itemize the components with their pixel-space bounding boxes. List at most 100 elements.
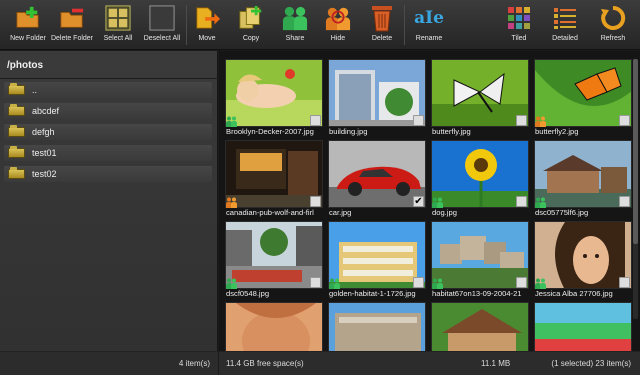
detailed-view-icon bbox=[552, 3, 578, 32]
file-tile[interactable] bbox=[532, 302, 632, 351]
file-tile[interactable] bbox=[429, 302, 529, 351]
file-tile[interactable]: habitat67on13-09-2004-21 bbox=[429, 221, 529, 299]
file-thumbnail[interactable] bbox=[534, 221, 632, 289]
delete-folder-button[interactable]: Delete Folder bbox=[51, 3, 93, 48]
new-folder-icon bbox=[15, 3, 41, 32]
file-thumbnail[interactable] bbox=[328, 140, 426, 208]
scrollbar-thumb[interactable] bbox=[633, 59, 638, 244]
shared-badge-icon bbox=[432, 278, 443, 289]
file-tile[interactable]: butterfly2.jpg bbox=[532, 59, 632, 137]
file-thumbnail[interactable] bbox=[225, 59, 323, 127]
file-name: butterfly.jpg bbox=[432, 127, 471, 136]
file-thumbnail[interactable] bbox=[431, 140, 529, 208]
select-all-icon bbox=[105, 3, 131, 32]
file-panel: Brooklyn-Decker-2007.jpg building.jpg butt… bbox=[219, 51, 640, 375]
file-thumbnail[interactable] bbox=[225, 140, 323, 208]
file-tile[interactable]: Brooklyn-Decker-2007.jpg bbox=[223, 59, 323, 137]
file-tile[interactable]: dsc05775lf6.jpg bbox=[532, 140, 632, 218]
folder-status-bar: 4 item(s) bbox=[0, 351, 218, 375]
file-thumbnail[interactable] bbox=[431, 59, 529, 127]
current-path: /photos bbox=[7, 60, 44, 71]
file-thumbnail[interactable] bbox=[534, 59, 632, 127]
file-tile[interactable]: golden-habitat-1-1726.jpg bbox=[326, 221, 426, 299]
folder-item-parent[interactable]: .. bbox=[4, 82, 212, 98]
file-thumbnail[interactable] bbox=[534, 140, 632, 208]
folder-panel: /photos .. abcdef defgh test01 test02 4 … bbox=[0, 51, 218, 375]
file-thumbnail[interactable] bbox=[534, 302, 632, 351]
folder-item-test01[interactable]: test01 bbox=[4, 145, 212, 161]
rename-label: Rename bbox=[415, 35, 443, 42]
hide-label: Hide bbox=[330, 35, 346, 42]
move-button[interactable]: Move bbox=[192, 3, 222, 48]
file-name: dog.jpg bbox=[432, 208, 457, 217]
tiled-view-label: Tiled bbox=[511, 35, 527, 42]
file-tile[interactable]: ✔ car.jpg bbox=[326, 140, 426, 218]
file-checkbox[interactable] bbox=[413, 277, 424, 288]
deselect-all-button[interactable]: Deselect All bbox=[142, 3, 182, 48]
file-checkbox[interactable] bbox=[413, 115, 424, 126]
folder-item-abcdef[interactable]: abcdef bbox=[4, 103, 212, 119]
tiled-view-button[interactable]: Tiled bbox=[506, 3, 532, 48]
file-tile[interactable]: dog.jpg bbox=[429, 140, 529, 218]
new-folder-button[interactable]: New Folder bbox=[9, 3, 47, 48]
delete-button[interactable]: Delete bbox=[367, 3, 397, 48]
shared-badge-icon bbox=[329, 278, 340, 289]
file-tile[interactable]: dscf0548.jpg bbox=[223, 221, 323, 299]
file-name: Jessica Alba 27706.jpg bbox=[535, 289, 613, 298]
selection-count-text: (1 selected) 23 item(s) bbox=[551, 359, 631, 368]
file-checkbox[interactable] bbox=[516, 277, 527, 288]
select-all-button[interactable]: Select All bbox=[101, 3, 135, 48]
folder-item-test02[interactable]: test02 bbox=[4, 166, 212, 182]
trash-icon bbox=[369, 3, 395, 32]
file-tile[interactable]: butterfly.jpg bbox=[429, 59, 529, 137]
file-tile[interactable] bbox=[326, 302, 426, 351]
file-checkbox[interactable] bbox=[310, 196, 321, 207]
rename-button[interactable]: aIe Rename bbox=[413, 3, 445, 48]
file-thumbnail[interactable] bbox=[225, 221, 323, 289]
move-icon bbox=[194, 3, 220, 32]
share-button[interactable]: Share bbox=[280, 3, 310, 48]
file-thumbnail[interactable] bbox=[328, 59, 426, 127]
shared-badge-icon bbox=[432, 197, 443, 208]
file-checkbox[interactable] bbox=[619, 196, 630, 207]
toolbar-separator bbox=[186, 5, 187, 45]
detailed-view-button[interactable]: Detailed bbox=[549, 3, 581, 48]
file-checkbox[interactable]: ✔ bbox=[413, 196, 424, 207]
file-checkbox[interactable] bbox=[516, 196, 527, 207]
scrollbar[interactable] bbox=[633, 59, 638, 319]
file-name: dsc05775lf6.jpg bbox=[535, 208, 589, 217]
file-tile[interactable]: Jessica Alba 27706.jpg bbox=[532, 221, 632, 299]
folder-item-defgh[interactable]: defgh bbox=[4, 124, 212, 140]
refresh-button[interactable]: Refresh bbox=[597, 3, 629, 48]
file-checkbox[interactable] bbox=[310, 277, 321, 288]
total-size-text: 11.1 MB bbox=[481, 359, 511, 368]
move-label: Move bbox=[198, 35, 216, 42]
file-tile[interactable]: building.jpg bbox=[326, 59, 426, 137]
hidden-badge-icon bbox=[226, 197, 237, 208]
file-thumbnail[interactable] bbox=[328, 221, 426, 289]
file-thumbnail[interactable] bbox=[225, 302, 323, 351]
copy-button[interactable]: Copy bbox=[236, 3, 266, 48]
file-name: building.jpg bbox=[329, 127, 368, 136]
shared-badge-icon bbox=[535, 197, 546, 208]
file-checkbox[interactable] bbox=[516, 115, 527, 126]
file-thumbnail[interactable] bbox=[328, 302, 426, 351]
file-name: habitat67on13-09-2004-21 bbox=[432, 289, 522, 298]
file-thumbnail[interactable] bbox=[431, 302, 529, 351]
file-tile[interactable] bbox=[223, 302, 323, 351]
file-thumbnail[interactable] bbox=[431, 221, 529, 289]
hide-button[interactable]: Hide bbox=[323, 3, 353, 48]
deselect-all-icon bbox=[149, 3, 175, 32]
file-checkbox[interactable] bbox=[619, 115, 630, 126]
delete-label: Delete bbox=[371, 35, 393, 42]
folder-name: test02 bbox=[32, 169, 57, 179]
file-checkbox[interactable] bbox=[310, 115, 321, 126]
copy-label: Copy bbox=[242, 35, 260, 42]
file-tile[interactable]: canadian-pub-wolf-and-firl bbox=[223, 140, 323, 218]
folder-icon bbox=[8, 167, 25, 179]
folder-icon bbox=[8, 146, 25, 158]
new-folder-label: New Folder bbox=[10, 35, 46, 42]
file-checkbox[interactable] bbox=[619, 277, 630, 288]
folder-name: test01 bbox=[32, 148, 57, 158]
delete-folder-icon bbox=[59, 3, 85, 32]
